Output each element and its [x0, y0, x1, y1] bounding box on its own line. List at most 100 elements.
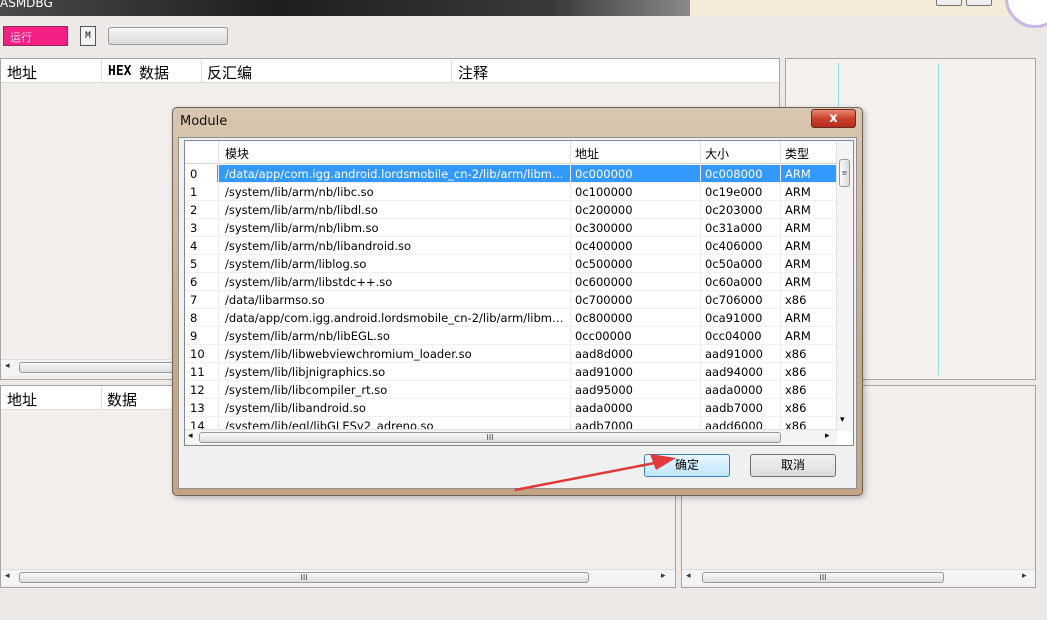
row-module: /system/lib/arm/nb/libc.so — [225, 185, 374, 199]
progress-bar — [108, 27, 228, 45]
module-row[interactable]: 2/system/lib/arm/nb/libdl.so 0c200000 0c20… — [185, 201, 837, 219]
row-type: x86 — [785, 383, 807, 397]
module-list[interactable]: 模块 地址 大小 类型 0/data/app/com.igg.android.l… — [184, 140, 854, 446]
module-row[interactable]: 13/system/lib/libandroid.so aada0000 aadb7… — [185, 399, 837, 417]
module-list-hscrollbar[interactable]: ◂ III ▸ — [185, 429, 837, 445]
row-address: 0cc00000 — [575, 329, 632, 343]
row-idx: 11 — [190, 365, 205, 379]
row-module: /data/app/com.igg.android.lordsmobile_cn… — [225, 167, 565, 181]
window-titlebar: ASMDBG — [0, 0, 1047, 28]
row-idx: 10 — [190, 347, 205, 361]
module-row[interactable]: 11/system/lib/libjnigraphics.so aad91000 a… — [185, 363, 837, 381]
row-type: ARM — [785, 275, 811, 289]
module-row[interactable]: 8/data/app/com.igg.android.lordsmobile_c… — [185, 309, 837, 327]
row-address: 0c400000 — [575, 239, 633, 253]
module-row[interactable]: 6/system/lib/arm/libstdc++.so 0c600000 0c6… — [185, 273, 837, 291]
row-size: aada0000 — [705, 383, 763, 397]
header-comment[interactable]: 注释 — [458, 62, 488, 83]
scroll-right-arrow[interactable]: ▸ — [825, 431, 830, 441]
scroll-left-arrow[interactable]: ◂ — [5, 571, 10, 581]
row-index: 0 — [190, 167, 198, 181]
header-addr[interactable]: 地址 — [7, 62, 37, 83]
row-idx: 6 — [190, 275, 198, 289]
minimize-button[interactable] — [936, 0, 962, 6]
scroll-thumb[interactable]: III — [19, 572, 589, 583]
module-row[interactable]: 0/data/app/com.igg.android.lordsmobile_c… — [185, 165, 837, 183]
disassembly-header: 地址 HEX 数据 反汇编 注释 — [1, 59, 779, 83]
module-list-header: 模块 地址 大小 类型 — [185, 141, 837, 164]
row-module: /system/lib/arm/nb/libandroid.so — [225, 239, 412, 253]
scroll-left-arrow[interactable]: ◂ — [5, 361, 10, 371]
col-header-module[interactable]: 模块 — [225, 145, 249, 162]
row-address: aad8d000 — [575, 347, 633, 361]
row-module: /system/lib/arm/nb/libm.so — [225, 221, 379, 235]
row-size: 0c31a000 — [705, 221, 763, 235]
scroll-right-arrow[interactable]: ▸ — [1022, 571, 1027, 581]
module-dialog: Module x 模块 地址 大小 类型 0/data/app/com.igg.… — [172, 107, 863, 496]
row-address: aada0000 — [575, 401, 633, 415]
row-idx: 8 — [190, 311, 198, 325]
header-hex[interactable]: HEX — [108, 64, 131, 79]
col-header-type[interactable]: 类型 — [785, 145, 809, 162]
row-address: aad95000 — [575, 383, 633, 397]
row-address: 0c300000 — [575, 221, 633, 235]
row-type: ARM — [785, 185, 811, 199]
row-focus-cell: 0 — [185, 165, 217, 183]
cancel-button[interactable]: 取消 — [750, 454, 836, 477]
module-button[interactable]: M — [80, 26, 96, 46]
scroll-right-arrow[interactable]: ▸ — [661, 571, 666, 581]
row-idx: 9 — [190, 329, 198, 343]
dialog-body: 模块 地址 大小 类型 0/data/app/com.igg.android.l… — [178, 137, 857, 489]
scroll-left-arrow[interactable]: ◂ — [188, 431, 193, 441]
memory-hscrollbar[interactable]: ◂ III ▸ — [1, 569, 675, 585]
scroll-down-arrow[interactable]: ▾ — [840, 415, 845, 425]
dialog-close-button[interactable]: x — [811, 109, 856, 128]
row-idx: 3 — [190, 221, 198, 235]
module-row[interactable]: 9/system/lib/arm/nb/libEGL.so 0cc00000 0cc… — [185, 327, 837, 345]
scroll-left-arrow[interactable]: ◂ — [686, 571, 691, 581]
scroll-thumb[interactable]: III — [702, 572, 944, 583]
module-row[interactable]: 5/system/lib/arm/liblog.so 0c500000 0c50a0… — [185, 255, 837, 273]
module-row[interactable]: 7/data/libarmso.so 0c700000 0c706000 x86 — [185, 291, 837, 309]
module-row[interactable]: 4/system/lib/arm/nb/libandroid.so 0c40000… — [185, 237, 837, 255]
row-idx: 12 — [190, 383, 205, 397]
row-type: x86 — [785, 347, 807, 361]
col-header-size[interactable]: 大小 — [705, 145, 729, 162]
row-module: /system/lib/arm/libstdc++.so — [225, 275, 393, 289]
module-row[interactable]: 10/system/lib/libwebviewchromium_loader.… — [185, 345, 837, 363]
stack-hscrollbar[interactable]: ◂ III ▸ — [682, 569, 1035, 585]
module-row[interactable]: 12/system/lib/libcompiler_rt.so aad95000 a… — [185, 381, 837, 399]
row-module: /system/lib/arm/nb/libdl.so — [225, 203, 378, 217]
row-module: /system/lib/libjnigraphics.so — [225, 365, 386, 379]
row-address: 0c100000 — [575, 185, 633, 199]
maximize-button[interactable] — [966, 0, 992, 6]
row-size: 0ca91000 — [705, 311, 763, 325]
row-idx: 4 — [190, 239, 198, 253]
scroll-thumb[interactable] — [19, 362, 179, 373]
row-size: 0c19e000 — [705, 185, 763, 199]
hscroll-thumb[interactable]: III — [199, 432, 781, 443]
row-size: 0c706000 — [705, 293, 763, 307]
row-address: 0c500000 — [575, 257, 633, 271]
mem-header-data[interactable]: 数据 — [107, 389, 137, 410]
row-module: /system/lib/arm/liblog.so — [225, 257, 367, 271]
row-size: 0c203000 — [705, 203, 763, 217]
header-disasm[interactable]: 反汇编 — [207, 62, 252, 83]
module-row[interactable]: 3/system/lib/arm/nb/libm.so 0c300000 0c31a… — [185, 219, 837, 237]
header-data[interactable]: 数据 — [139, 62, 169, 83]
module-list-vscrollbar[interactable]: ≡ ▾ — [836, 141, 853, 431]
mem-header-addr[interactable]: 地址 — [7, 389, 37, 410]
vscroll-thumb[interactable]: ≡ — [839, 159, 850, 187]
col-header-address[interactable]: 地址 — [575, 145, 599, 162]
dialog-title: Module — [180, 114, 228, 129]
row-size: 0cc04000 — [705, 329, 762, 343]
row-type: ARM — [785, 239, 811, 253]
module-row[interactable]: 1/system/lib/arm/nb/libc.so 0c100000 0c19e… — [185, 183, 837, 201]
row-type: ARM — [785, 329, 811, 343]
row-size: 0c008000 — [705, 167, 763, 181]
row-type: x86 — [785, 365, 807, 379]
run-status-field[interactable]: 运行 — [3, 26, 68, 46]
row-module: /system/lib/libandroid.so — [225, 401, 366, 415]
ok-button[interactable]: 确定 — [644, 454, 730, 477]
row-size: aadb7000 — [705, 401, 763, 415]
